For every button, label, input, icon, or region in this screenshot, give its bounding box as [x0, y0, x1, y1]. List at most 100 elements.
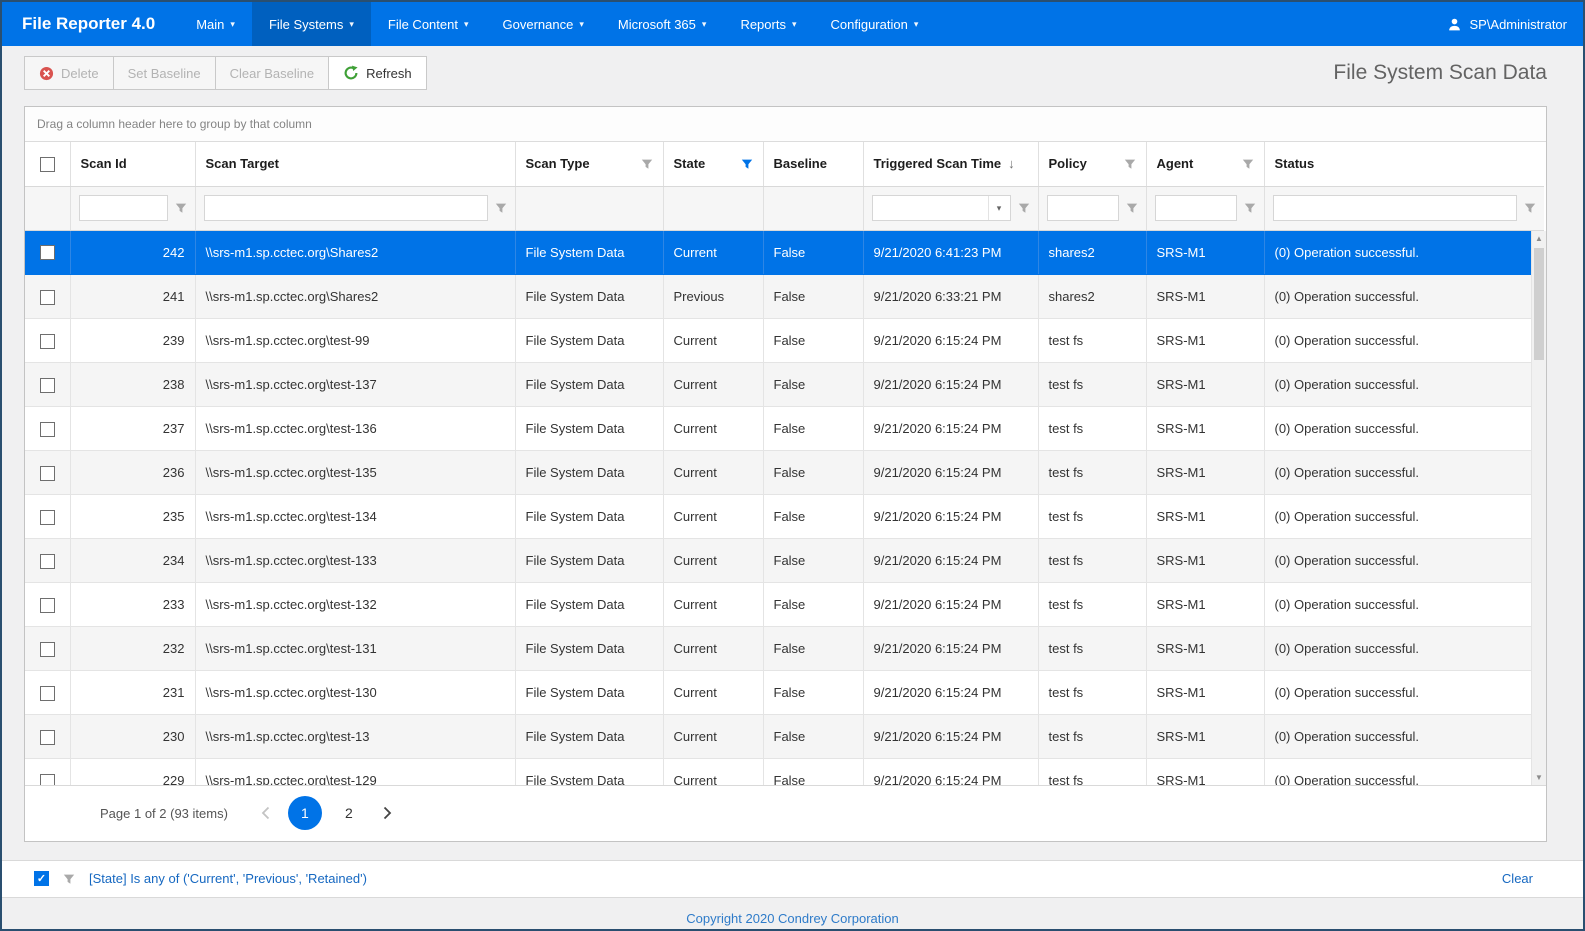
row-checkbox[interactable]	[40, 245, 55, 260]
table-row[interactable]: 229 \\srs-m1.sp.cctec.org\test-129 File …	[25, 759, 1544, 785]
scroll-up-button[interactable]: ▲	[1532, 231, 1546, 246]
triggered-time-filter-dropdown[interactable]: ▾	[872, 195, 1011, 221]
nav-item-file-systems[interactable]: File Systems▾	[252, 2, 371, 46]
vertical-scrollbar[interactable]: ▲ ▼	[1531, 231, 1546, 785]
cell-triggered-time: 9/21/2020 6:15:24 PM	[863, 363, 1038, 407]
column-header-scan-id[interactable]: Scan Id	[70, 142, 195, 186]
table-row[interactable]: 235 \\srs-m1.sp.cctec.org\test-134 File …	[25, 495, 1544, 539]
cell-scan-type: File System Data	[515, 759, 663, 785]
nav-item-configuration[interactable]: Configuration▾	[814, 2, 936, 46]
cell-scan-target: \\srs-m1.sp.cctec.org\Shares2	[195, 231, 515, 275]
sort-desc-icon: ↓	[1008, 156, 1015, 171]
cell-status: (0) Operation successful.	[1264, 583, 1544, 627]
filter-enabled-checkbox[interactable]: ✓	[34, 871, 49, 886]
table-row[interactable]: 234 \\srs-m1.sp.cctec.org\test-133 File …	[25, 539, 1544, 583]
scan-target-filter-icon[interactable]	[495, 202, 507, 214]
cell-scan-type: File System Data	[515, 275, 663, 319]
cell-scan-target: \\srs-m1.sp.cctec.org\Shares2	[195, 275, 515, 319]
table-row[interactable]: 230 \\srs-m1.sp.cctec.org\test-13 File S…	[25, 715, 1544, 759]
table-row[interactable]: 231 \\srs-m1.sp.cctec.org\test-130 File …	[25, 671, 1544, 715]
row-checkbox-cell	[25, 539, 70, 583]
table-row[interactable]: 233 \\srs-m1.sp.cctec.org\test-132 File …	[25, 583, 1544, 627]
main-menu: Main▾File Systems▾File Content▾Governanc…	[179, 2, 935, 46]
clear-baseline-button[interactable]: Clear Baseline	[215, 56, 330, 90]
table-row[interactable]: 237 \\srs-m1.sp.cctec.org\test-136 File …	[25, 407, 1544, 451]
row-checkbox[interactable]	[40, 510, 55, 525]
nav-item-main[interactable]: Main▾	[179, 2, 252, 46]
row-checkbox[interactable]	[40, 466, 55, 481]
status-filter-input[interactable]	[1273, 195, 1518, 221]
triggered-time-filter-icon[interactable]	[1018, 202, 1030, 214]
column-header-status[interactable]: Status	[1264, 142, 1544, 186]
scan-id-filter-icon[interactable]	[175, 202, 187, 214]
pager-prev-button[interactable]	[254, 801, 278, 825]
row-checkbox[interactable]	[40, 334, 55, 349]
table-row[interactable]: 239 \\srs-m1.sp.cctec.org\test-99 File S…	[25, 319, 1544, 363]
column-header-triggered-scan-time[interactable]: Triggered Scan Time ↓	[863, 142, 1038, 186]
state-filter-active-icon[interactable]	[741, 158, 753, 170]
cell-baseline: False	[763, 231, 863, 275]
cell-scan-type: File System Data	[515, 583, 663, 627]
cell-triggered-time: 9/21/2020 6:41:23 PM	[863, 231, 1038, 275]
row-checkbox-cell	[25, 275, 70, 319]
cell-status: (0) Operation successful.	[1264, 627, 1544, 671]
set-baseline-button[interactable]: Set Baseline	[113, 56, 216, 90]
row-checkbox-cell	[25, 319, 70, 363]
column-header-agent[interactable]: Agent	[1146, 142, 1264, 186]
row-checkbox[interactable]	[40, 422, 55, 437]
column-header-scan-target[interactable]: Scan Target	[195, 142, 515, 186]
chevron-down-icon: ▾	[230, 19, 235, 30]
pager-next-button[interactable]	[376, 801, 400, 825]
table-row[interactable]: 238 \\srs-m1.sp.cctec.org\test-137 File …	[25, 363, 1544, 407]
column-header-state[interactable]: State	[663, 142, 763, 186]
filter-expression[interactable]: [State] Is any of ('Current', 'Previous'…	[89, 871, 367, 886]
agent-filter-icon[interactable]	[1242, 158, 1254, 170]
table-row[interactable]: 232 \\srs-m1.sp.cctec.org\test-131 File …	[25, 627, 1544, 671]
chevron-down-icon[interactable]: ▾	[988, 196, 1010, 220]
table-row[interactable]: 236 \\srs-m1.sp.cctec.org\test-135 File …	[25, 451, 1544, 495]
column-header-baseline[interactable]: Baseline	[763, 142, 863, 186]
delete-button[interactable]: Delete	[24, 56, 114, 90]
nav-item-governance[interactable]: Governance▾	[486, 2, 601, 46]
pager-page-2[interactable]: 2	[332, 796, 366, 830]
column-header-policy[interactable]: Policy	[1038, 142, 1146, 186]
refresh-button[interactable]: Refresh	[328, 56, 427, 90]
nav-item-file-content[interactable]: File Content▾	[371, 2, 486, 46]
row-checkbox[interactable]	[40, 686, 55, 701]
row-checkbox[interactable]	[40, 554, 55, 569]
policy-filter-icon[interactable]	[1124, 158, 1136, 170]
cell-scan-id: 232	[70, 627, 195, 671]
scan-target-filter-input[interactable]	[204, 195, 488, 221]
pager-page-1[interactable]: 1	[288, 796, 322, 830]
table-row[interactable]: 241 \\srs-m1.sp.cctec.org\Shares2 File S…	[25, 275, 1544, 319]
scrollbar-thumb[interactable]	[1534, 248, 1544, 360]
nav-item-microsoft-365[interactable]: Microsoft 365▾	[601, 2, 724, 46]
cell-agent: SRS-M1	[1146, 627, 1264, 671]
user-menu[interactable]: SP\Administrator	[1431, 2, 1583, 46]
select-all-checkbox[interactable]	[40, 157, 55, 172]
row-checkbox[interactable]	[40, 642, 55, 657]
policy-filter-row-icon[interactable]	[1126, 202, 1138, 214]
row-checkbox[interactable]	[40, 378, 55, 393]
chevron-down-icon: ▾	[914, 19, 919, 30]
column-header-scan-type[interactable]: Scan Type	[515, 142, 663, 186]
nav-item-reports[interactable]: Reports▾	[723, 2, 813, 46]
status-filter-icon[interactable]	[1524, 202, 1536, 214]
cell-scan-type: File System Data	[515, 451, 663, 495]
row-checkbox[interactable]	[40, 730, 55, 745]
row-checkbox[interactable]	[40, 774, 55, 785]
chevron-down-icon: ▾	[792, 19, 797, 30]
group-panel[interactable]: Drag a column header here to group by th…	[25, 107, 1546, 142]
row-checkbox[interactable]	[40, 290, 55, 305]
cell-scan-id: 234	[70, 539, 195, 583]
agent-filter-row-icon[interactable]	[1244, 202, 1256, 214]
scroll-down-button[interactable]: ▼	[1532, 770, 1546, 785]
cell-scan-type: File System Data	[515, 715, 663, 759]
clear-filter-link[interactable]: Clear	[1502, 871, 1533, 886]
table-row[interactable]: 242 \\srs-m1.sp.cctec.org\Shares2 File S…	[25, 231, 1544, 275]
agent-filter-input[interactable]	[1155, 195, 1237, 221]
policy-filter-input[interactable]	[1047, 195, 1119, 221]
scan-id-filter-input[interactable]	[79, 195, 168, 221]
scan-type-filter-icon[interactable]	[641, 158, 653, 170]
row-checkbox[interactable]	[40, 598, 55, 613]
